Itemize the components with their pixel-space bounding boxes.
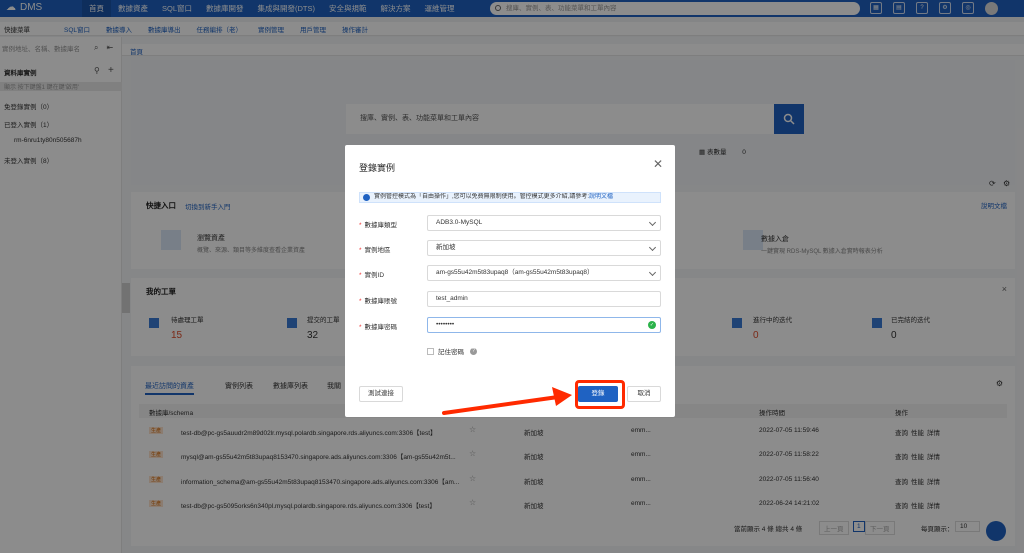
check-circle-icon: ✓ bbox=[648, 321, 656, 329]
field-db-password: * 數據庫密碼 •••••••• ✓ bbox=[359, 317, 663, 333]
field-label: * 實例ID bbox=[359, 272, 385, 279]
info-icon bbox=[363, 194, 370, 201]
select-value: ADB3.0-MySQL bbox=[436, 219, 483, 226]
field-region: * 實例地區 新加坡 bbox=[359, 240, 663, 256]
login-highlight-box bbox=[575, 380, 625, 409]
db-account-input[interactable]: test_admin bbox=[427, 291, 661, 307]
close-icon[interactable]: ✕ bbox=[653, 157, 663, 171]
annotation-arrow-icon bbox=[442, 387, 572, 415]
field-label: * 數據庫密碼 bbox=[359, 324, 398, 331]
field-db-account: * 數據庫賬號 test_admin bbox=[359, 291, 663, 307]
remember-password[interactable]: 記住密碼 ? bbox=[427, 346, 477, 356]
chevron-down-icon bbox=[648, 268, 657, 277]
instance-id-select[interactable]: am-gs55u42m5t83upaq8（am-gs55u42m5t83upaq… bbox=[427, 265, 661, 281]
chevron-down-icon bbox=[648, 243, 657, 252]
notice-doc-link[interactable]: 說明文檔 bbox=[589, 194, 613, 200]
select-value: 新加坡 bbox=[436, 244, 456, 251]
mode-notice: 實例管控模式為「自由操作」,您可以免費無限制使用。管控模式更多介紹,請參考:說明… bbox=[359, 192, 661, 203]
test-connection-button[interactable]: 測試連接 bbox=[359, 386, 403, 402]
remember-checkbox[interactable] bbox=[427, 347, 434, 355]
dialog-title: 登錄實例 bbox=[359, 163, 396, 173]
help-icon[interactable]: ? bbox=[470, 347, 477, 355]
field-db-type: * 數據庫類型 ADB3.0-MySQL bbox=[359, 215, 663, 231]
notice-text: 實例管控模式為「自由操作」,您可以免費無限制使用。管控模式更多介紹,請參考: bbox=[374, 194, 590, 200]
db-type-select[interactable]: ADB3.0-MySQL bbox=[427, 215, 661, 231]
select-value: am-gs55u42m5t83upaq8（am-gs55u42m5t83upaq… bbox=[436, 269, 594, 276]
cancel-button[interactable]: 取消 bbox=[627, 386, 661, 402]
region-select[interactable]: 新加坡 bbox=[427, 240, 661, 256]
field-instance-id: * 實例ID am-gs55u42m5t83upaq8（am-gs55u42m5t… bbox=[359, 265, 663, 281]
password-value: •••••••• bbox=[436, 321, 455, 328]
chevron-down-icon bbox=[648, 218, 657, 227]
db-password-input[interactable]: •••••••• ✓ bbox=[427, 317, 661, 333]
field-label: * 數據庫賬號 bbox=[359, 298, 398, 305]
field-label: * 實例地區 bbox=[359, 247, 391, 254]
field-label: * 數據庫類型 bbox=[359, 222, 398, 229]
remember-label: 記住密碼 bbox=[438, 349, 464, 356]
login-instance-dialog: 登錄實例 ✕ 實例管控模式為「自由操作」,您可以免費無限制使用。管控模式更多介紹… bbox=[345, 145, 675, 417]
